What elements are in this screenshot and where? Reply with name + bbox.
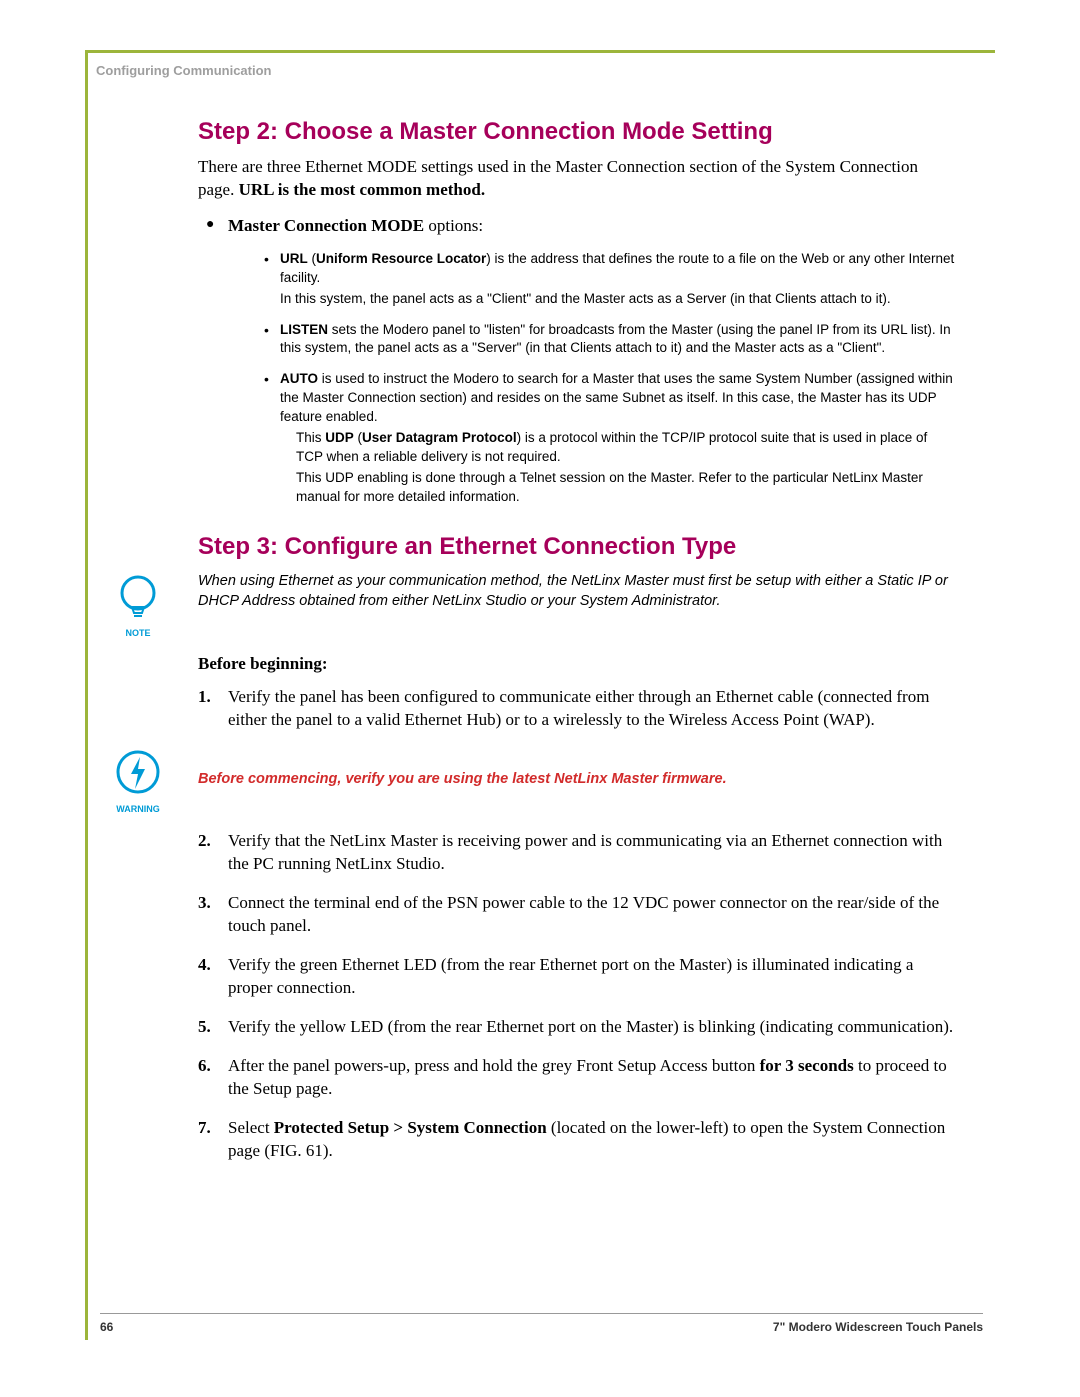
step-item-2: 2. Verify that the NetLinx Master is rec… [224, 830, 955, 876]
auto-sub1-a: This [296, 430, 325, 445]
mode-auto-sub1: This UDP (User Datagram Protocol) is a p… [296, 429, 955, 467]
header-section-label: Configuring Communication [88, 53, 995, 78]
bolt-icon [113, 747, 163, 797]
mode-listen: LISTEN sets the Modero panel to "listen"… [264, 321, 955, 359]
step-num: 7. [198, 1117, 211, 1140]
step-item-5: 5. Verify the yellow LED (from the rear … [224, 1016, 955, 1039]
auto-sub1-d: User Datagram Protocol [362, 430, 517, 445]
step-text: Connect the terminal end of the PSN powe… [228, 893, 939, 935]
lightbulb-icon [113, 571, 163, 621]
mode-options-line: Master Connection MODE options: [198, 216, 955, 236]
step-num: 1. [198, 686, 211, 709]
step-num: 6. [198, 1055, 211, 1078]
mode-url-sub: In this system, the panel acts as a "Cli… [280, 290, 955, 309]
mode-auto: AUTO is used to instruct the Modero to s… [264, 370, 955, 506]
page-footer: 66 7" Modero Widescreen Touch Panels [100, 1313, 983, 1334]
step-text-b: Protected Setup > System Connection [274, 1118, 547, 1137]
mode-options-bold: Master Connection MODE [228, 216, 424, 235]
note-icon: NOTE [98, 571, 178, 638]
mode-url-bold: URL [280, 251, 308, 266]
note-row: NOTE When using Ethernet as your communi… [198, 571, 955, 638]
step-item-4: 4. Verify the green Ethernet LED (from t… [224, 954, 955, 1000]
step-item-7: 7. Select Protected Setup > System Conne… [224, 1117, 955, 1163]
mode-listen-bold: LISTEN [280, 322, 328, 337]
step-num: 5. [198, 1016, 211, 1039]
warning-row: WARNING Before commencing, verify you ar… [198, 747, 955, 814]
step-num: 2. [198, 830, 211, 853]
step-item-1: 1. Verify the panel has been configured … [224, 686, 955, 732]
step2-heading: Step 2: Choose a Master Connection Mode … [198, 118, 955, 146]
mode-auto-sub2: This UDP enabling is done through a Teln… [296, 469, 955, 507]
step-item-6: 6. After the panel powers-up, press and … [224, 1055, 955, 1101]
mode-sub-list: URL (Uniform Resource Locator) is the ad… [264, 250, 955, 507]
mode-auto-tail: is used to instruct the Modero to search… [280, 371, 953, 424]
step-item-3: 3. Connect the terminal end of the PSN p… [224, 892, 955, 938]
step-text: Verify the yellow LED (from the rear Eth… [228, 1017, 953, 1036]
auto-sub1-c: ( [354, 430, 362, 445]
page-number: 66 [100, 1320, 113, 1334]
warning-icon: WARNING [98, 747, 178, 814]
steps-list-top: 1. Verify the panel has been configured … [198, 686, 955, 732]
step-text-a: After the panel powers-up, press and hol… [228, 1056, 760, 1075]
step-text: Verify the green Ethernet LED (from the … [228, 955, 913, 997]
before-beginning: Before beginning: [198, 654, 955, 674]
footer-title: 7" Modero Widescreen Touch Panels [773, 1320, 983, 1334]
step-text: Verify that the NetLinx Master is receiv… [228, 831, 942, 873]
step-text: Verify the panel has been configured to … [228, 687, 929, 729]
note-text: When using Ethernet as your communicatio… [198, 571, 955, 612]
mode-url: URL (Uniform Resource Locator) is the ad… [264, 250, 955, 309]
auto-sub1-b: UDP [325, 430, 354, 445]
page-content: Step 2: Choose a Master Connection Mode … [88, 78, 995, 1163]
steps-list-rest: 2. Verify that the NetLinx Master is rec… [198, 830, 955, 1162]
step3-heading: Step 3: Configure an Ethernet Connection… [198, 533, 955, 561]
step-num: 4. [198, 954, 211, 977]
mode-url-paren-bold: Uniform Resource Locator [316, 251, 486, 266]
step-text-b: for 3 seconds [760, 1056, 854, 1075]
mode-auto-bold: AUTO [280, 371, 318, 386]
note-label: NOTE [98, 628, 178, 638]
step-num: 3. [198, 892, 211, 915]
mode-options-tail: options: [424, 216, 483, 235]
step2-intro-bold: URL is the most common method. [239, 180, 486, 199]
page-frame: Configuring Communication Step 2: Choose… [85, 50, 995, 1340]
warning-text: Before commencing, verify you are using … [198, 747, 955, 789]
step2-intro: There are three Ethernet MODE settings u… [198, 156, 955, 202]
step-text-a: Select [228, 1118, 274, 1137]
warning-label: WARNING [98, 804, 178, 814]
mode-listen-tail: sets the Modero panel to "listen" for br… [280, 322, 951, 356]
